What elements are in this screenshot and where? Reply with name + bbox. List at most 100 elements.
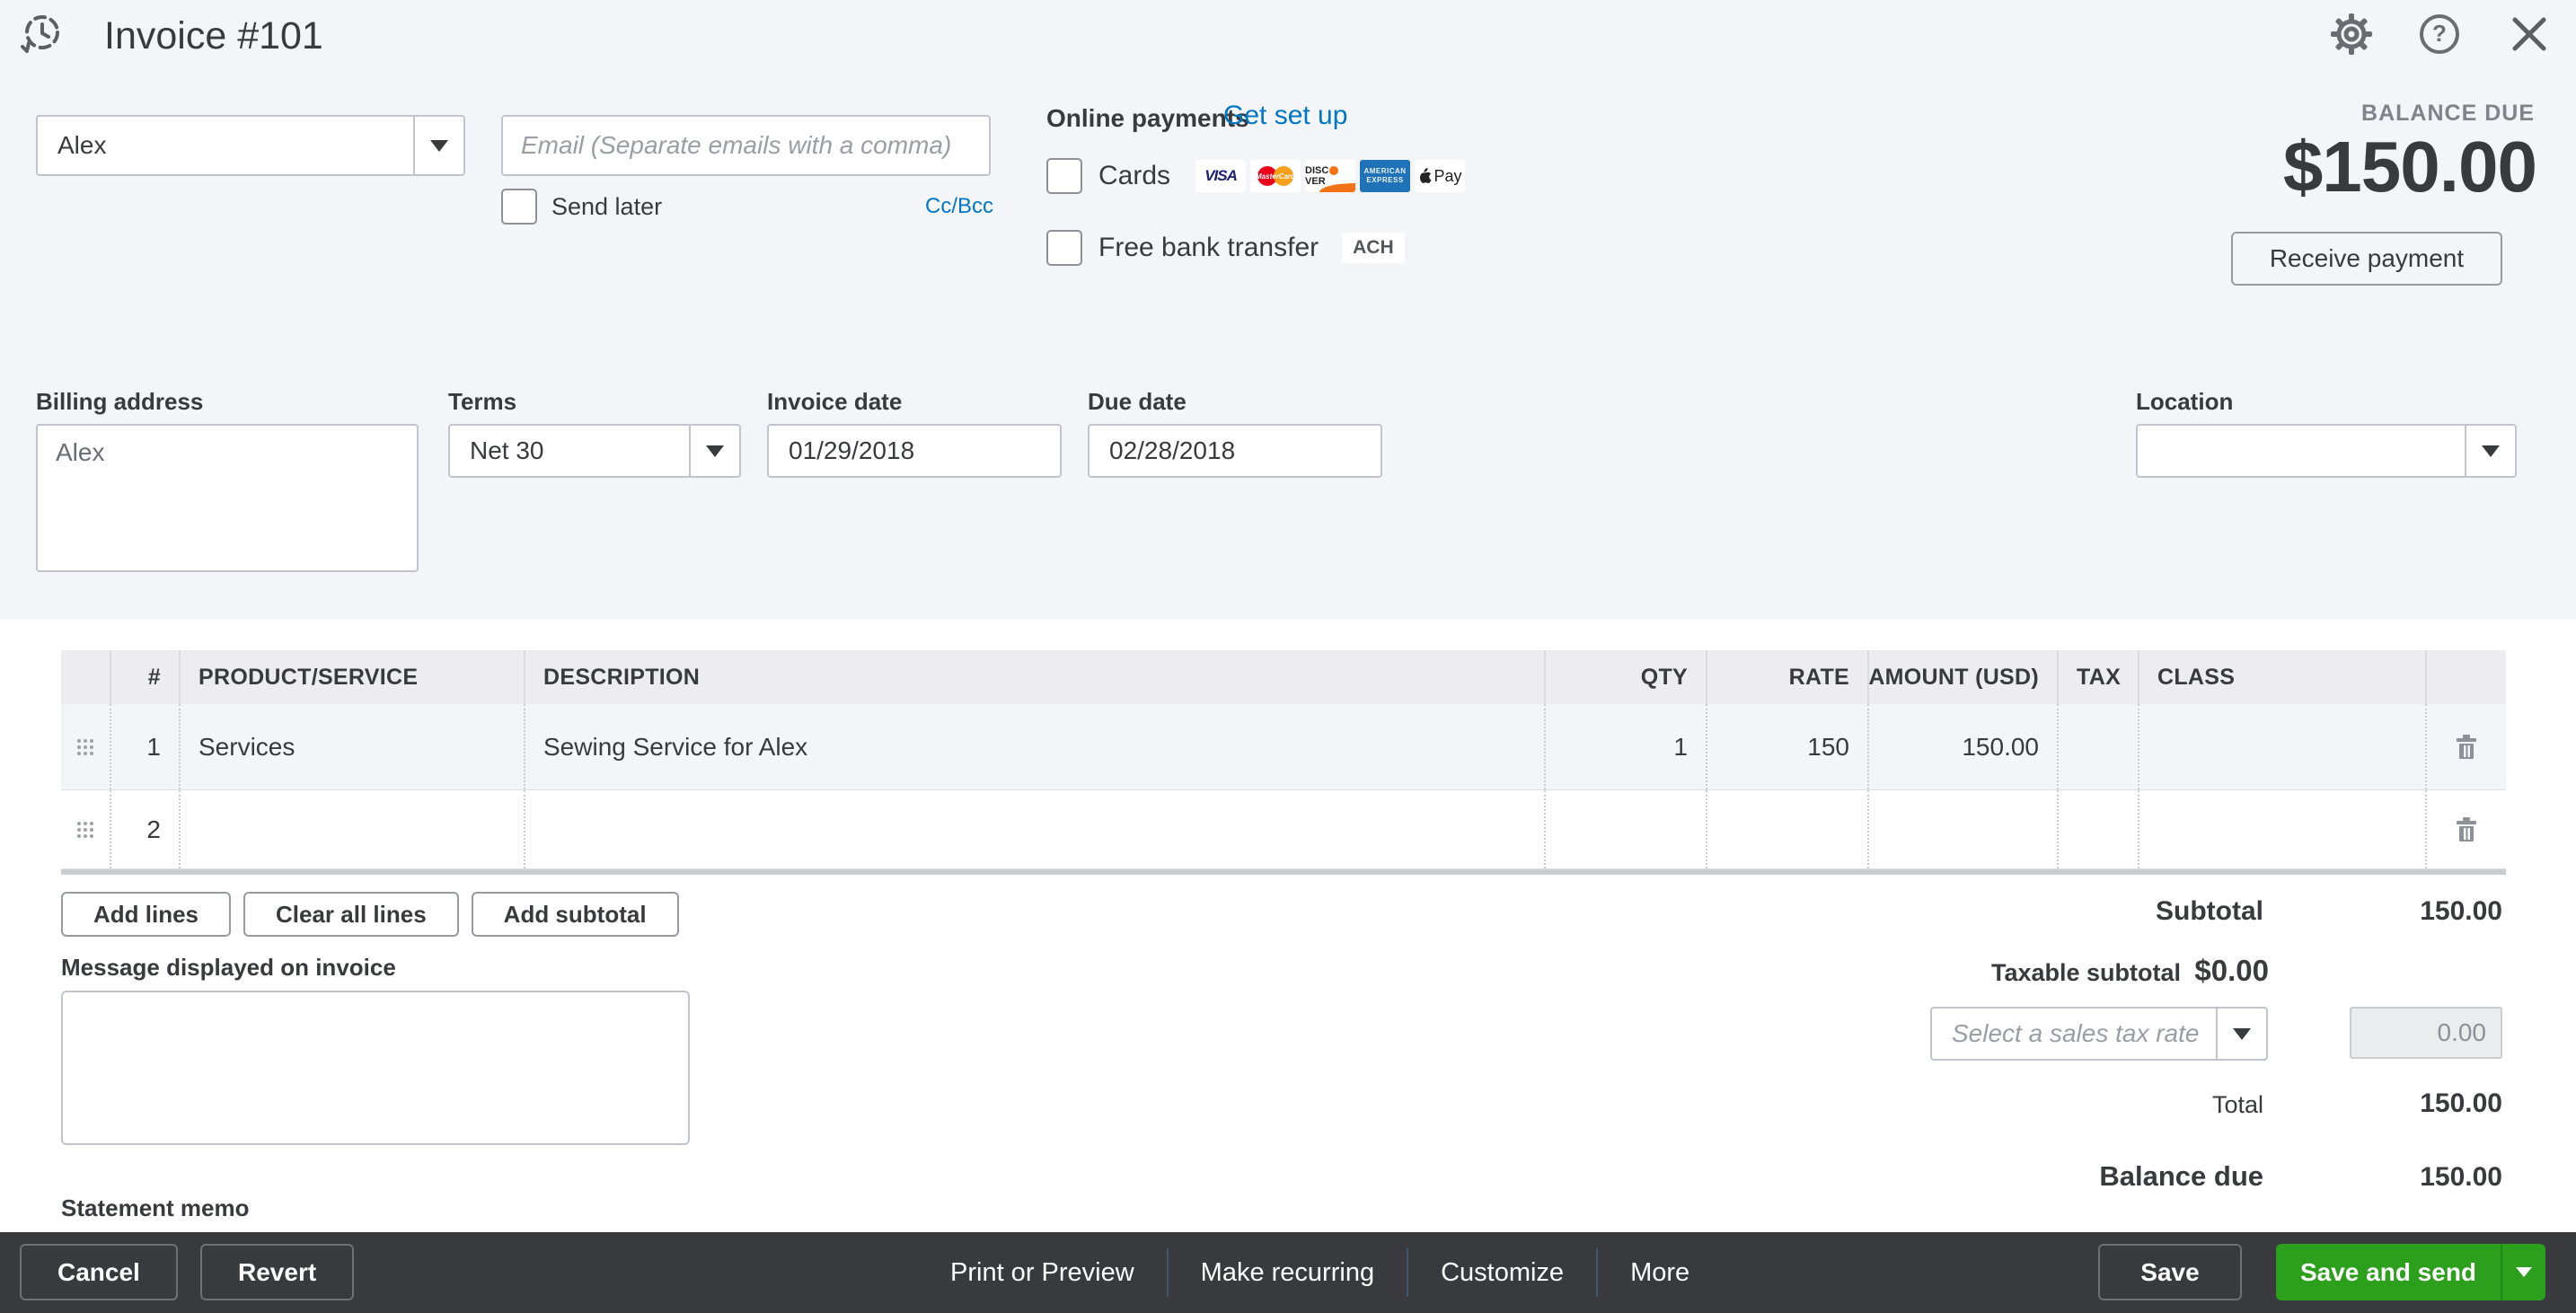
- qty-cell[interactable]: [1546, 790, 1707, 868]
- add-lines-button[interactable]: Add lines: [61, 892, 231, 937]
- location-select[interactable]: [2136, 424, 2517, 478]
- receive-payment-button[interactable]: Receive payment: [2231, 232, 2502, 286]
- subtotal-value: 150.00: [2420, 896, 2502, 927]
- taxable-subtotal-value: $0.00: [2194, 954, 2269, 988]
- terms-select[interactable]: Net 30: [448, 424, 741, 478]
- page-title: Invoice #101: [104, 14, 323, 58]
- sales-tax-placeholder: Select a sales tax rate: [1932, 1009, 2216, 1059]
- billing-address-label: Billing address: [36, 388, 203, 416]
- more-link[interactable]: More: [1598, 1248, 1722, 1297]
- make-recurring-link[interactable]: Make recurring: [1169, 1248, 1407, 1297]
- row-number: 1: [111, 704, 181, 789]
- subtotal-label: Subtotal: [2156, 896, 2263, 927]
- save-and-send-button[interactable]: Save and send: [2276, 1244, 2545, 1300]
- line-items-table: # PRODUCT/SERVICE DESCRIPTION QTY RATE A…: [61, 650, 2506, 875]
- balance-due-caption: BALANCE DUE: [2361, 101, 2535, 127]
- amount-cell[interactable]: 150.00: [1869, 704, 2059, 789]
- table-row[interactable]: 1 Services Sewing Service for Alex 1 150…: [61, 704, 2506, 790]
- table-row[interactable]: 2: [61, 790, 2506, 869]
- location-select-arrow[interactable]: [2465, 426, 2515, 476]
- cc-bcc-link[interactable]: Cc/Bcc: [925, 194, 993, 219]
- tax-amount-field[interactable]: 0.00: [2350, 1007, 2502, 1059]
- cards-checkbox[interactable]: [1046, 158, 1082, 194]
- bank-transfer-checkbox[interactable]: [1046, 230, 1082, 266]
- chevron-down-icon: [2482, 445, 2500, 457]
- header-amount: AMOUNT (USD): [1869, 650, 2059, 704]
- amount-cell[interactable]: [1869, 790, 2059, 868]
- send-later-checkbox[interactable]: [501, 189, 537, 225]
- amex-card-icon: AMERICAN EXPRESS: [1360, 160, 1410, 192]
- header-qty: QTY: [1546, 650, 1707, 704]
- invoice-header-section: Invoice #101 ?: [0, 0, 2576, 620]
- sales-tax-select[interactable]: Select a sales tax rate: [1930, 1007, 2268, 1061]
- invoice-page: Invoice #101 ?: [0, 0, 2576, 1313]
- get-set-up-link[interactable]: Get set up: [1223, 101, 1347, 131]
- cards-row: Cards VISA MasterCard DISCVER AMERICAN E…: [1046, 158, 1465, 194]
- statement-memo-label: Statement memo: [61, 1194, 250, 1222]
- ach-badge: ACH: [1342, 233, 1405, 263]
- customer-select[interactable]: Alex: [36, 115, 465, 176]
- chevron-down-icon: [706, 445, 724, 457]
- clear-all-lines-button[interactable]: Clear all lines: [243, 892, 459, 937]
- card-brand-chips: VISA MasterCard DISCVER AMERICAN EXPRESS: [1195, 160, 1465, 192]
- add-subtotal-button[interactable]: Add subtotal: [472, 892, 679, 937]
- drag-handle-icon[interactable]: [75, 736, 96, 758]
- customize-link[interactable]: Customize: [1408, 1248, 1596, 1297]
- invoice-message-field[interactable]: [61, 991, 690, 1145]
- total-label: Total: [2212, 1091, 2263, 1119]
- header-trash-cell: [2427, 650, 2506, 704]
- table-header-row: # PRODUCT/SERVICE DESCRIPTION QTY RATE A…: [61, 650, 2506, 704]
- rate-cell[interactable]: 150: [1707, 704, 1869, 789]
- header-tax: TAX: [2059, 650, 2139, 704]
- save-button[interactable]: Save: [2098, 1244, 2242, 1300]
- header-class: CLASS: [2139, 650, 2427, 704]
- line-actions: Add lines Clear all lines Add subtotal: [61, 892, 679, 937]
- trash-icon[interactable]: [2456, 735, 2477, 760]
- invoice-date-label: Invoice date: [767, 388, 902, 416]
- customer-select-arrow[interactable]: [413, 117, 463, 174]
- online-payments-label: Online payments: [1046, 104, 1249, 133]
- description-cell[interactable]: [525, 790, 1546, 868]
- send-later-label: Send later: [551, 193, 662, 221]
- header-drag-cell: [61, 650, 111, 704]
- class-cell[interactable]: [2139, 790, 2427, 868]
- save-and-send-dropdown[interactable]: [2501, 1244, 2545, 1300]
- save-and-send-label[interactable]: Save and send: [2276, 1244, 2501, 1300]
- due-date-field[interactable]: 02/28/2018: [1088, 424, 1382, 478]
- bank-transfer-row: Free bank transfer ACH: [1046, 230, 1405, 266]
- location-label: Location: [2136, 388, 2233, 416]
- bank-transfer-label: Free bank transfer: [1098, 233, 1319, 263]
- tax-cell[interactable]: [2059, 790, 2139, 868]
- billing-address-field[interactable]: Alex: [36, 424, 419, 572]
- cards-label: Cards: [1098, 161, 1170, 191]
- footer-center-links: Print or Preview Make recurring Customiz…: [918, 1232, 1722, 1313]
- gear-icon[interactable]: [2330, 13, 2373, 56]
- product-cell[interactable]: Services: [181, 704, 525, 789]
- revert-button[interactable]: Revert: [200, 1244, 354, 1300]
- help-icon[interactable]: ?: [2418, 13, 2461, 56]
- qty-cell[interactable]: 1: [1546, 704, 1707, 789]
- due-date-label: Due date: [1088, 388, 1187, 416]
- taxable-subtotal-label: Taxable subtotal: [1991, 959, 2181, 987]
- apple-pay-icon: Pay: [1415, 160, 1465, 192]
- invoice-date-field[interactable]: 01/29/2018: [767, 424, 1062, 478]
- terms-select-value: Net 30: [450, 426, 689, 476]
- cancel-button[interactable]: Cancel: [20, 1244, 178, 1300]
- email-input[interactable]: [501, 115, 991, 176]
- chevron-down-icon: [2233, 1028, 2251, 1040]
- rate-cell[interactable]: [1707, 790, 1869, 868]
- location-select-value: [2138, 426, 2465, 476]
- tax-cell[interactable]: [2059, 704, 2139, 789]
- description-cell[interactable]: Sewing Service for Alex: [525, 704, 1546, 789]
- class-cell[interactable]: [2139, 704, 2427, 789]
- history-icon[interactable]: [20, 13, 63, 56]
- print-or-preview-link[interactable]: Print or Preview: [918, 1248, 1167, 1297]
- trash-icon[interactable]: [2456, 817, 2477, 842]
- sales-tax-select-arrow[interactable]: [2216, 1009, 2266, 1059]
- drag-handle-icon[interactable]: [75, 819, 96, 841]
- product-cell[interactable]: [181, 790, 525, 868]
- terms-select-arrow[interactable]: [689, 426, 739, 476]
- close-icon[interactable]: [2508, 13, 2551, 56]
- terms-label: Terms: [448, 388, 516, 416]
- chevron-down-icon: [2516, 1267, 2532, 1277]
